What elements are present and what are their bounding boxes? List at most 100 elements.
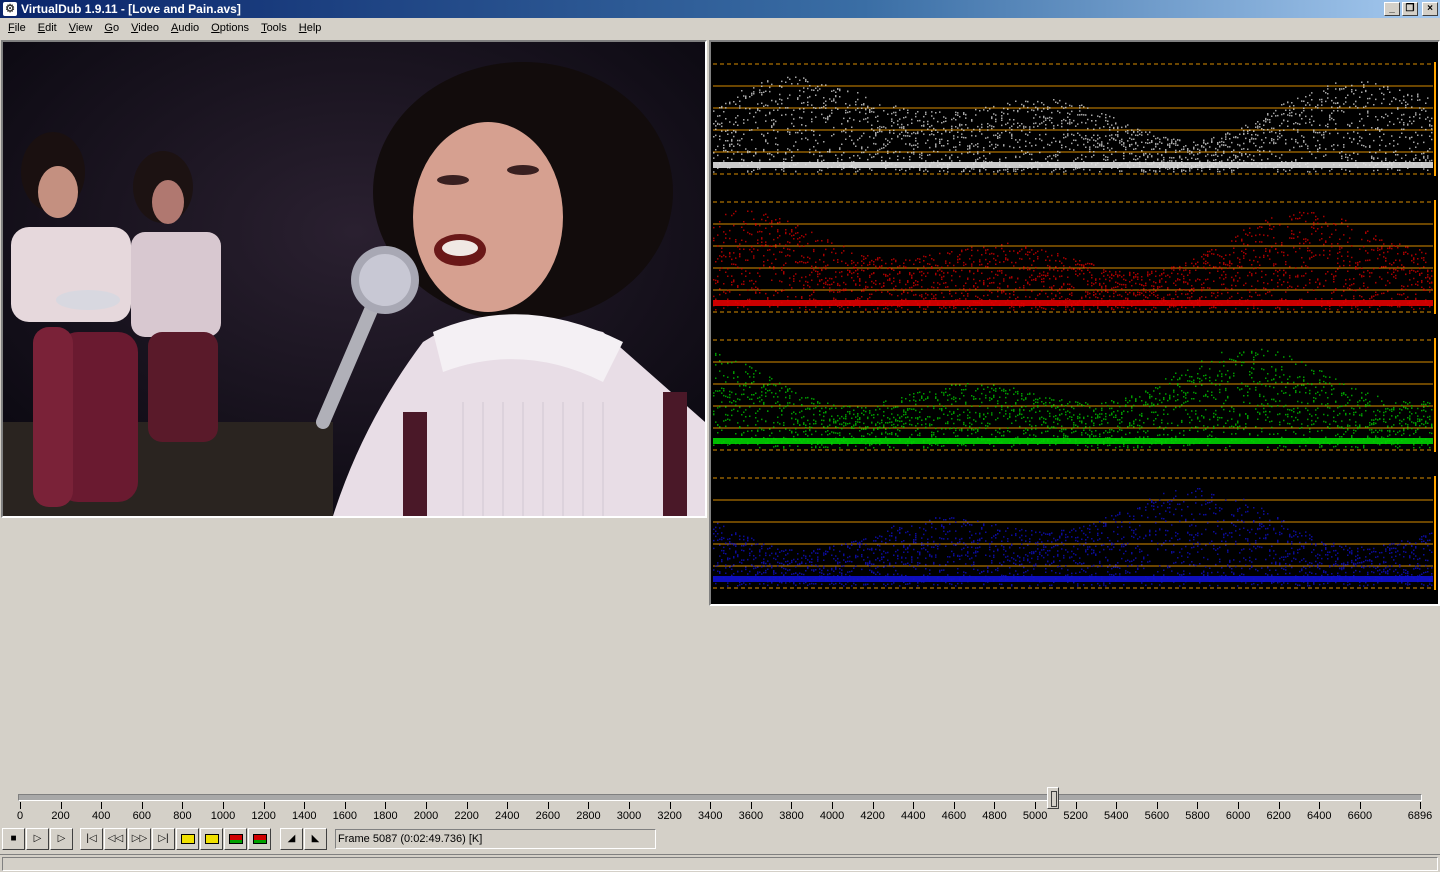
timeline-tick-label: 1800 bbox=[373, 810, 398, 822]
waveform-red bbox=[713, 200, 1436, 314]
go-start-button[interactable]: |◁ bbox=[80, 828, 103, 850]
menu-bar: File Edit View Go Video Audio Options To… bbox=[0, 18, 1440, 38]
timeline-tick-label: 5000 bbox=[1022, 810, 1048, 822]
timeline-tick-label: 2600 bbox=[535, 810, 561, 822]
timeline-tick bbox=[669, 802, 671, 809]
waveform-green bbox=[713, 338, 1436, 452]
window-title: VirtualDub 1.9.11 - [Love and Pain.avs] bbox=[21, 2, 241, 16]
timeline-tick-label: 0 bbox=[16, 810, 24, 822]
timeline-tick-label: 6200 bbox=[1266, 810, 1291, 822]
timeline-tick-label: 6400 bbox=[1307, 810, 1332, 822]
timeline-tick bbox=[832, 802, 834, 809]
play-output-button[interactable]: ▷ bbox=[50, 828, 73, 850]
prev-keyframe-button[interactable] bbox=[176, 828, 199, 850]
timeline-tick-label: 4800 bbox=[982, 810, 1007, 822]
timeline-tick-label: 5400 bbox=[1104, 810, 1129, 822]
timeline-tick bbox=[223, 802, 225, 809]
timeline-tick bbox=[304, 802, 306, 809]
virtualdub-icon[interactable]: ⚙ bbox=[3, 2, 17, 16]
timeline-ticks: 0 200 400 600 800 1000 1200 1400 1600 1800 2000 220… bbox=[0, 802, 1440, 826]
prev-frame-button[interactable]: ◁◁ bbox=[104, 828, 127, 850]
timeline-tick-label: 1400 bbox=[291, 810, 317, 822]
timeline-tick-label: 2000 bbox=[413, 810, 439, 822]
timeline-tick-label: 2800 bbox=[576, 810, 601, 822]
timeline[interactable]: 0 200 400 600 800 1000 1200 1400 1600 1800 2000 220… bbox=[0, 786, 1440, 826]
timeline-tick bbox=[60, 802, 62, 809]
timeline-tick bbox=[1238, 802, 1240, 809]
timeline-tick-label: 3600 bbox=[738, 810, 764, 822]
menu-view[interactable]: View bbox=[63, 18, 99, 38]
timeline-tick-label: 3200 bbox=[657, 810, 682, 822]
timeline-tick-label: 1200 bbox=[251, 810, 276, 822]
timeline-tick bbox=[1116, 802, 1118, 809]
title-bar[interactable]: ⚙ VirtualDub 1.9.11 - [Love and Pain.avs… bbox=[0, 0, 1440, 18]
menu-audio[interactable]: Audio bbox=[165, 18, 205, 38]
timeline-tick bbox=[141, 802, 143, 809]
timeline-tick-label: 5800 bbox=[1185, 810, 1210, 822]
output-video-pane[interactable] bbox=[709, 40, 1440, 606]
timeline-tick bbox=[872, 802, 874, 809]
play-input-button[interactable]: ▷ bbox=[26, 828, 49, 850]
menu-tools[interactable]: Tools bbox=[255, 18, 293, 38]
mark-out-button[interactable]: ◣ bbox=[304, 828, 327, 850]
menu-options[interactable]: Options bbox=[205, 18, 255, 38]
timeline-tick-label: 6600 bbox=[1347, 810, 1373, 822]
timeline-tick bbox=[1359, 802, 1361, 809]
go-end-button[interactable]: ▷| bbox=[152, 828, 175, 850]
timeline-tick bbox=[1420, 802, 1421, 809]
timeline-tick-label: 2200 bbox=[454, 810, 479, 822]
timeline-tick bbox=[507, 802, 509, 809]
timeline-tick bbox=[101, 802, 103, 809]
timeline-tick bbox=[994, 802, 996, 809]
status-panel bbox=[2, 857, 1438, 871]
minimize-button[interactable]: _ bbox=[1384, 2, 1400, 16]
timeline-tick bbox=[182, 802, 184, 809]
next-frame-button[interactable]: ▷▷ bbox=[128, 828, 151, 850]
stop-button[interactable]: ■ bbox=[2, 828, 25, 850]
timeline-tick bbox=[547, 802, 549, 809]
timeline-tick-label: 3400 bbox=[698, 810, 723, 822]
menu-help[interactable]: Help bbox=[293, 18, 328, 38]
timeline-tick-label: 3800 bbox=[779, 810, 804, 822]
close-button[interactable]: × bbox=[1422, 2, 1438, 16]
menu-video[interactable]: Video bbox=[125, 18, 165, 38]
timeline-tick bbox=[385, 802, 387, 809]
timeline-tick-label: 6896 bbox=[1407, 810, 1433, 822]
timeline-tick-label: 4200 bbox=[860, 810, 885, 822]
frame-status: Frame 5087 (0:02:49.736) [K] bbox=[335, 829, 656, 849]
status-bar bbox=[0, 854, 1440, 872]
timeline-tick-label: 4600 bbox=[941, 810, 967, 822]
timeline-tick bbox=[913, 802, 915, 809]
timeline-tick-label: 5600 bbox=[1144, 810, 1170, 822]
timeline-tick bbox=[629, 802, 631, 809]
restore-button[interactable]: ❐ bbox=[1402, 2, 1418, 16]
scene-icon bbox=[252, 834, 267, 844]
timeline-tick bbox=[710, 802, 712, 809]
timeline-tick-label: 600 bbox=[132, 810, 151, 822]
timeline-tick-label: 4000 bbox=[819, 810, 845, 822]
timeline-track[interactable] bbox=[18, 794, 1422, 801]
next-keyframe-button[interactable] bbox=[200, 828, 223, 850]
timeline-tick-label: 6000 bbox=[1225, 810, 1251, 822]
timeline-tick bbox=[263, 802, 265, 809]
timeline-tick-label: 400 bbox=[92, 810, 111, 822]
waveform-blue bbox=[713, 476, 1436, 590]
playback-toolbar: ■ ▷ ▷ |◁ ◁◁ ▷▷ ▷| ◢ ◣ Frame 5087 (0:02:4… bbox=[0, 828, 1440, 852]
timeline-tick bbox=[1156, 802, 1158, 809]
menu-go[interactable]: Go bbox=[98, 18, 125, 38]
timeline-tick-label: 5200 bbox=[1063, 810, 1088, 822]
timeline-tick-label: 2400 bbox=[494, 810, 520, 822]
key-icon bbox=[204, 834, 219, 844]
menu-edit[interactable]: Edit bbox=[32, 18, 63, 38]
key-icon bbox=[180, 834, 195, 844]
timeline-tick-label: 1600 bbox=[332, 810, 358, 822]
timeline-tick bbox=[588, 802, 590, 809]
input-video-pane[interactable] bbox=[1, 40, 707, 518]
timeline-tick-label: 1000 bbox=[210, 810, 236, 822]
menu-file[interactable]: File bbox=[2, 18, 32, 38]
video-frame bbox=[3, 42, 705, 516]
prev-scene-button[interactable] bbox=[224, 828, 247, 850]
next-scene-button[interactable] bbox=[248, 828, 271, 850]
waveform-luma bbox=[713, 62, 1436, 176]
mark-in-button[interactable]: ◢ bbox=[280, 828, 303, 850]
